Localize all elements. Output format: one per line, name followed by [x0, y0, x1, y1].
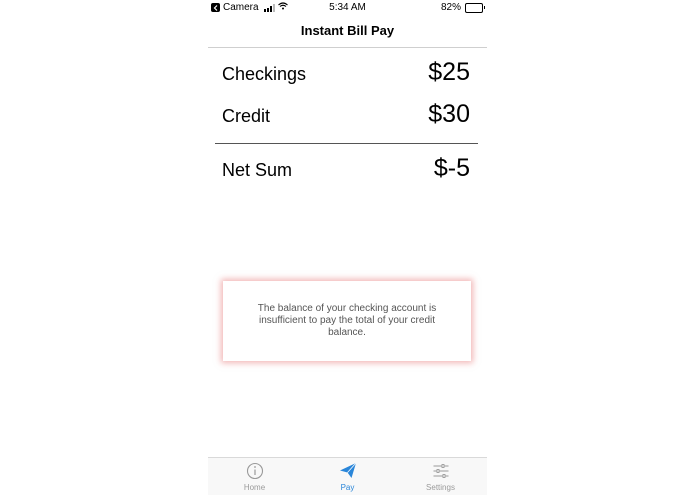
credit-value: $30: [428, 100, 470, 128]
battery-percent: 82%: [440, 2, 461, 13]
net-sum-label: Net Sum: [222, 160, 293, 180]
tab-bar: Home Pay Settings: [208, 457, 487, 495]
checkings-label: Checkings: [222, 64, 307, 84]
tab-settings-label: Settings: [426, 483, 455, 492]
paper-plane-icon: [339, 462, 357, 480]
tab-home-label: Home: [243, 483, 266, 492]
phone-screen: Camera 5:34 AM 82% Instant Bill Pay Chec…: [208, 0, 487, 495]
checkings-value: $25: [428, 58, 470, 86]
page-title: Instant Bill Pay: [300, 23, 395, 38]
insufficient-balance-alert: The balance of your checking account is …: [223, 281, 471, 361]
battery-icon: [465, 2, 485, 13]
checkings-row: Checkings $25: [222, 58, 470, 90]
net-sum-value: $-5: [433, 154, 470, 182]
sliders-icon: [432, 462, 450, 480]
credit-row: Credit $30: [222, 100, 470, 132]
sum-divider: [215, 143, 478, 144]
tab-pay-label: Pay: [340, 483, 355, 492]
status-bar: Camera 5:34 AM 82%: [208, 0, 487, 16]
tab-settings[interactable]: Settings: [394, 458, 487, 495]
status-right: 82%: [440, 2, 485, 13]
navigation-bar: Instant Bill Pay: [208, 16, 487, 48]
credit-label: Credit: [222, 106, 271, 126]
alert-message: The balance of your checking account is …: [257, 303, 437, 338]
net-sum-row: Net Sum $-5: [222, 154, 470, 186]
info-icon: [246, 462, 264, 480]
tab-pay[interactable]: Pay: [301, 458, 394, 495]
tab-home[interactable]: Home: [208, 458, 301, 495]
